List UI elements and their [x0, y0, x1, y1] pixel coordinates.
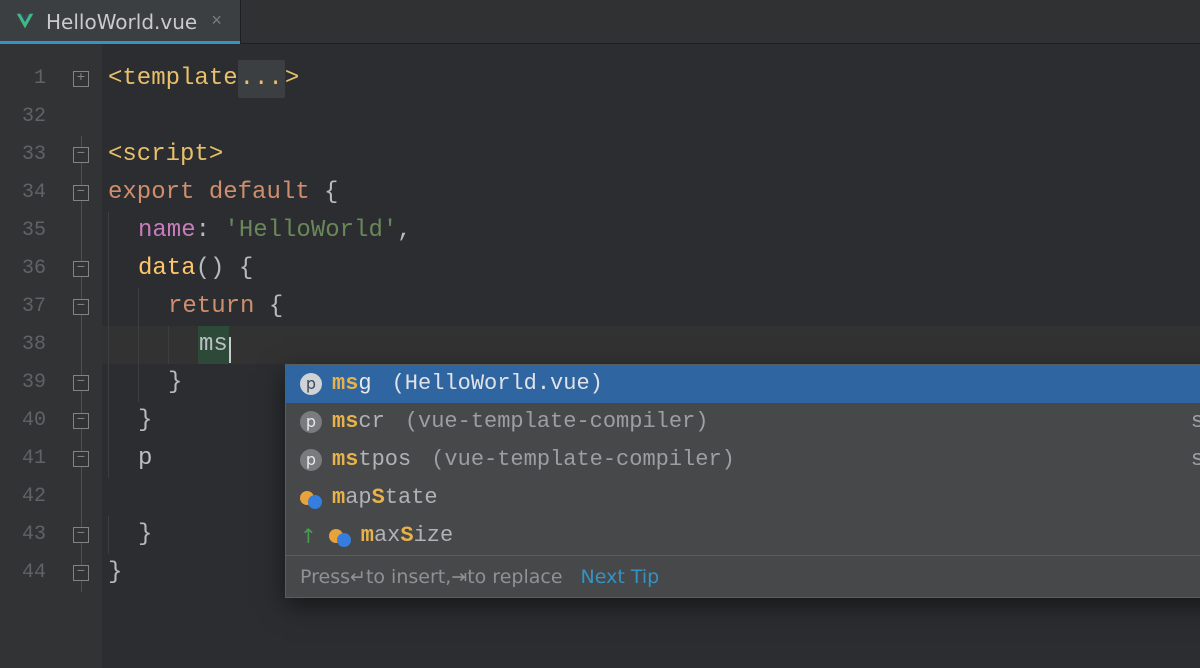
function-icon [300, 487, 322, 509]
line-number: 44 [0, 554, 60, 592]
import-arrow-icon: ↑ [300, 517, 319, 555]
function-icon [329, 525, 351, 547]
editor[interactable]: 1 32 33 34 35 36 37 38 39 40 41 42 43 44… [0, 44, 1200, 668]
code-line-active: ms [102, 326, 1200, 364]
autocomplete-item[interactable]: p msg (HelloWorld.vue) [286, 365, 1200, 403]
fold-collapse-icon[interactable] [73, 451, 89, 467]
fold-expand-icon[interactable] [73, 71, 89, 87]
code-line: export default { [102, 174, 1200, 212]
line-number: 36 [0, 250, 60, 288]
enter-key-icon: ↵ [350, 558, 366, 596]
tab-filename: HelloWorld.vue [46, 3, 197, 41]
tab-key-icon: ⇥ [451, 558, 467, 596]
code-line [102, 98, 1200, 136]
line-number: 42 [0, 478, 60, 516]
line-number: 43 [0, 516, 60, 554]
property-icon: p [300, 373, 322, 395]
vue-icon [14, 11, 36, 33]
file-tab[interactable]: HelloWorld.vue × [0, 0, 241, 43]
fold-collapse-icon[interactable] [73, 527, 89, 543]
fold-collapse-icon[interactable] [73, 413, 89, 429]
line-number: 35 [0, 212, 60, 250]
fold-collapse-icon[interactable] [73, 147, 89, 163]
line-number: 34 [0, 174, 60, 212]
autocomplete-popup: p msg (HelloWorld.vue) p mscr (vue-templ… [285, 364, 1200, 598]
fold-collapse-icon[interactable] [73, 565, 89, 581]
next-tip-link[interactable]: Next Tip [581, 558, 660, 596]
tabbar: HelloWorld.vue × [0, 0, 1200, 44]
fold-column [60, 44, 102, 668]
autocomplete-hint: Press ↵ to insert, ⇥ to replace Next Tip [286, 555, 1200, 597]
line-number: 40 [0, 402, 60, 440]
autocomplete-item[interactable]: p mstpos (vue-template-compiler) string [286, 441, 1200, 479]
line-number: 41 [0, 440, 60, 478]
caret [229, 337, 231, 363]
line-number: 37 [0, 288, 60, 326]
fold-collapse-icon[interactable] [73, 261, 89, 277]
fold-collapse-icon[interactable] [73, 299, 89, 315]
line-number: 39 [0, 364, 60, 402]
property-icon: p [300, 449, 322, 471]
property-icon: p [300, 411, 322, 433]
line-number: 33 [0, 136, 60, 174]
line-number: 38 [0, 326, 60, 364]
fold-collapse-icon[interactable] [73, 375, 89, 391]
gutter: 1 32 33 34 35 36 37 38 39 40 41 42 43 44 [0, 44, 60, 668]
close-icon[interactable]: × [207, 3, 226, 41]
autocomplete-item[interactable]: ↑ maxSize [286, 517, 1200, 555]
autocomplete-item[interactable]: mapState [286, 479, 1200, 517]
code-line: name: 'HelloWorld', [102, 212, 1200, 250]
code-line: data() { [102, 250, 1200, 288]
code-line: return { [102, 288, 1200, 326]
code-line: <template...> [102, 60, 1200, 98]
line-number: 32 [0, 98, 60, 136]
code-line: <script> [102, 136, 1200, 174]
line-number: 1 [0, 60, 60, 98]
autocomplete-item[interactable]: p mscr (vue-template-compiler) string [286, 403, 1200, 441]
fold-collapse-icon[interactable] [73, 185, 89, 201]
code-area[interactable]: <template...> <script> export default { … [102, 44, 1200, 668]
